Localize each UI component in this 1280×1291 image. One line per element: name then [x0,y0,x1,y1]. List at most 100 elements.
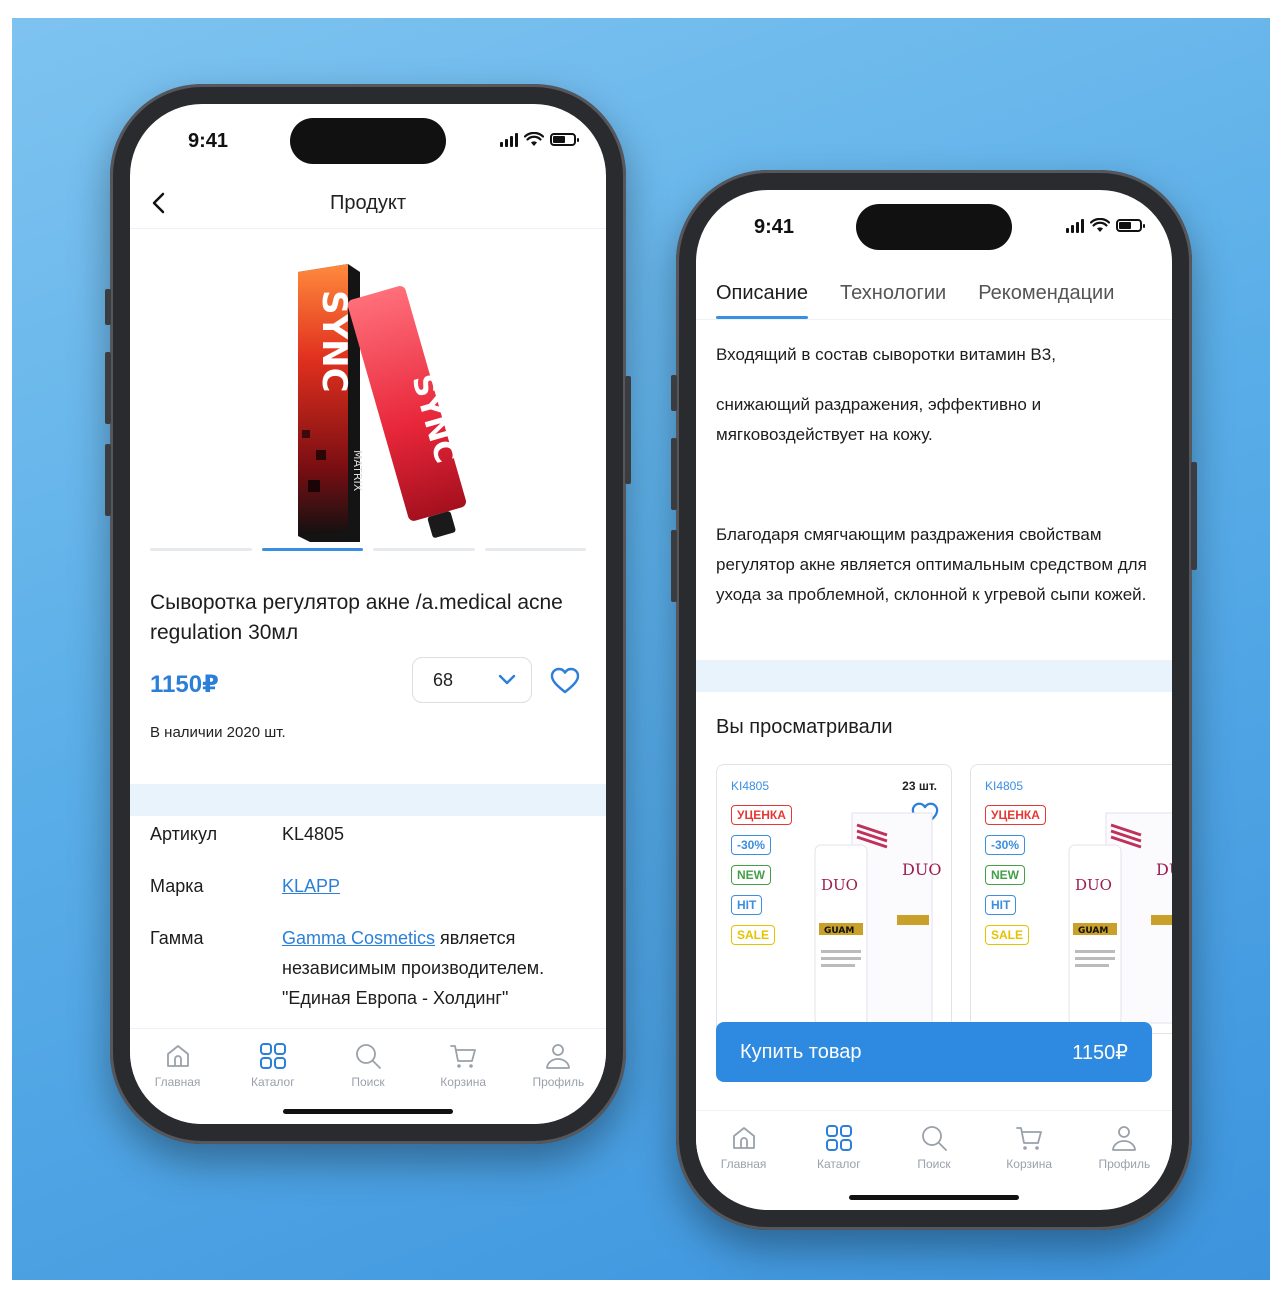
description-paragraph: Входящий в состав сыворотки витамин В3, [716,345,1056,364]
product-card[interactable]: KI4805 23 шт. DUO DUO GUAM УЦЕНКА -30% N… [716,764,952,1034]
tab-catalog[interactable]: Каталог [799,1123,879,1200]
section-separator [696,660,1172,692]
profile-icon [546,1044,571,1069]
tabs-divider [696,319,1172,320]
recently-viewed-title: Вы просматривали [716,716,893,738]
property-label: Гамма [150,928,204,948]
badge-markdown: УЦЕНКА [985,805,1046,825]
product-name: Сыворотка регулятор акне /a.medical acne… [150,591,563,644]
tab-label: Главная [720,1157,767,1171]
screen: 9:41 Продукт SYNC MATRIX SYNC Сыворотка … [130,104,606,1124]
bottom-tab-bar: Главная Каталог Поиск Корзина Профиль [696,1110,1172,1200]
tab-label: Профиль [1098,1157,1151,1171]
screen: 9:41 Описание Технологии Рекомендации Вх… [696,190,1172,1210]
property-label: Артикул [150,824,218,844]
svg-text:DUO: DUO [821,876,858,894]
grid-icon [825,1125,852,1151]
tab-search[interactable]: Поиск [894,1123,974,1200]
page-title: Продукт [330,192,406,214]
page-dot[interactable] [150,548,252,551]
card-sku: KI4805 [731,779,770,793]
property-row-gamma: Гамма Gamma Cosmetics является независим… [150,923,586,1013]
chevron-down-icon [498,674,516,685]
badge-new: NEW [985,865,1025,885]
phone-product: 9:41 Продукт SYNC MATRIX SYNC Сыворотка … [105,84,631,1144]
signal-icon [1066,218,1084,233]
battery-icon [550,133,579,146]
description-paragraph: снижающий раздражения, эффективно и мягк… [716,395,1042,444]
section-tabs: Описание Технологии Рекомендации [716,282,1172,319]
badge-discount: -30% [985,835,1026,855]
property-value: KL4805 [282,824,345,844]
badge-list: УЦЕНКА -30% NEW HIT SALE [731,805,792,945]
page-dot[interactable] [484,548,586,551]
home-indicator [283,1109,453,1114]
cart-icon [450,1045,477,1068]
product-thumbnail: DUO DUO GUAM [1068,812,1172,1025]
card-sku: KI4805 [985,779,1024,793]
phone-description: 9:41 Описание Технологии Рекомендации Вх… [671,170,1197,1230]
brand-link[interactable]: KLAPP [282,876,340,896]
dynamic-island [290,118,446,164]
badge-hit: HIT [731,895,763,915]
tab-profile[interactable]: Профиль [518,1041,598,1124]
variant-value: 68 [433,669,454,690]
home-icon [732,1127,755,1149]
status-time: 9:41 [188,130,229,152]
buy-button[interactable]: Купить товар 1150₽ [716,1022,1152,1082]
wifi-icon [1090,218,1110,232]
section-separator [130,784,606,816]
tab-label: Поиск [917,1157,951,1171]
status-time: 9:41 [754,216,795,238]
tab-home[interactable]: Главная [704,1123,784,1200]
property-label: Марка [150,876,204,896]
box-brand-text: DUO [1156,860,1172,879]
property-row-sku: Артикул KL4805 [150,819,586,849]
tab-label: Корзина [440,1075,487,1089]
header-divider [130,228,606,229]
status-icons [1066,218,1145,233]
tab-technologies[interactable]: Технологии [840,282,946,305]
variant-select[interactable]: 68 [412,657,532,703]
favorite-heart-icon[interactable] [550,666,580,696]
buy-button-price: 1150₽ [1072,1041,1128,1064]
property-row-brand: Марка KLAPP [150,871,586,901]
buy-button-label: Купить товар [740,1040,862,1063]
gamma-link[interactable]: Gamma Cosmetics [282,928,435,948]
tab-profile[interactable]: Профиль [1084,1123,1164,1200]
recently-viewed-carousel[interactable]: KI4805 23 шт. DUO DUO GUAM УЦЕНКА -30% N… [716,764,1172,1034]
box-brand-text: DUO [902,860,941,879]
badge-discount: -30% [731,835,772,855]
svg-text:DUO: DUO [1075,876,1112,894]
product-properties: Артикул KL4805 Марка KLAPP Гамма Gamma C… [150,819,586,1035]
tube-brand-text: GUAM [1078,926,1108,936]
tab-description[interactable]: Описание [716,282,809,319]
tab-label: Поиск [351,1075,385,1089]
badge-new: NEW [731,865,771,885]
battery-icon [1116,219,1145,232]
cart-icon [1016,1127,1043,1150]
tab-home[interactable]: Главная [138,1041,218,1124]
stock-status: В наличии 2020 шт. [150,724,286,741]
tab-label: Профиль [532,1075,585,1089]
grid-icon [259,1043,286,1069]
card-quantity: 23 шт. [902,779,937,793]
tab-label: Каталог [250,1075,295,1089]
signal-icon [500,132,518,147]
badge-sale: SALE [985,925,1030,945]
home-icon [166,1045,189,1067]
badge-hit: HIT [985,895,1017,915]
background: 9:41 Продукт SYNC MATRIX SYNC Сыворотка … [12,18,1270,1280]
tab-recommendations[interactable]: Рекомендации [978,282,1114,305]
tab-cart[interactable]: Корзина [989,1123,1069,1200]
top-navigation: Продукт [130,184,606,224]
product-image: SYNC MATRIX SYNC [298,263,467,542]
tab-label: Главная [154,1075,201,1089]
page-dot[interactable] [373,548,475,551]
product-thumbnail: DUO DUO GUAM [814,812,941,1025]
search-icon [922,1126,947,1151]
product-card[interactable]: KI4805 23 DUO DUO GUAM УЦЕНКА [970,764,1172,1034]
product-image-gallery[interactable]: SYNC MATRIX SYNC [130,232,606,572]
svg-text:MATRIX: MATRIX [351,450,364,492]
page-dot-active[interactable] [261,548,363,551]
